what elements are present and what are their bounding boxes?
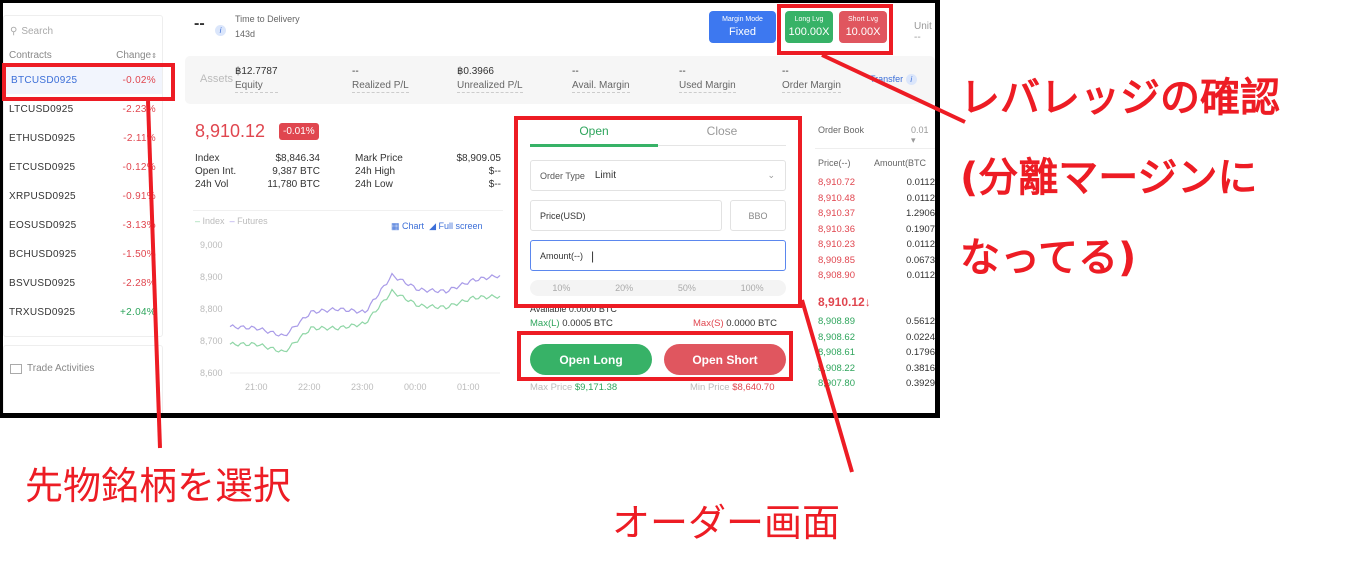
annotation-select-contract: 先物銘柄を選択 (25, 464, 292, 508)
annotation-leverage-3: なってる) (960, 235, 1137, 281)
arrow-contract (146, 100, 162, 449)
annotation-order-screen: オーダー画面 (612, 501, 841, 545)
annotation-leverage-2: (分離マージンに (960, 155, 1258, 201)
arrow-order (800, 299, 854, 473)
arrow-leverage (821, 53, 966, 124)
annotation-leverage-1: レバレッジの確認 (960, 75, 1280, 121)
